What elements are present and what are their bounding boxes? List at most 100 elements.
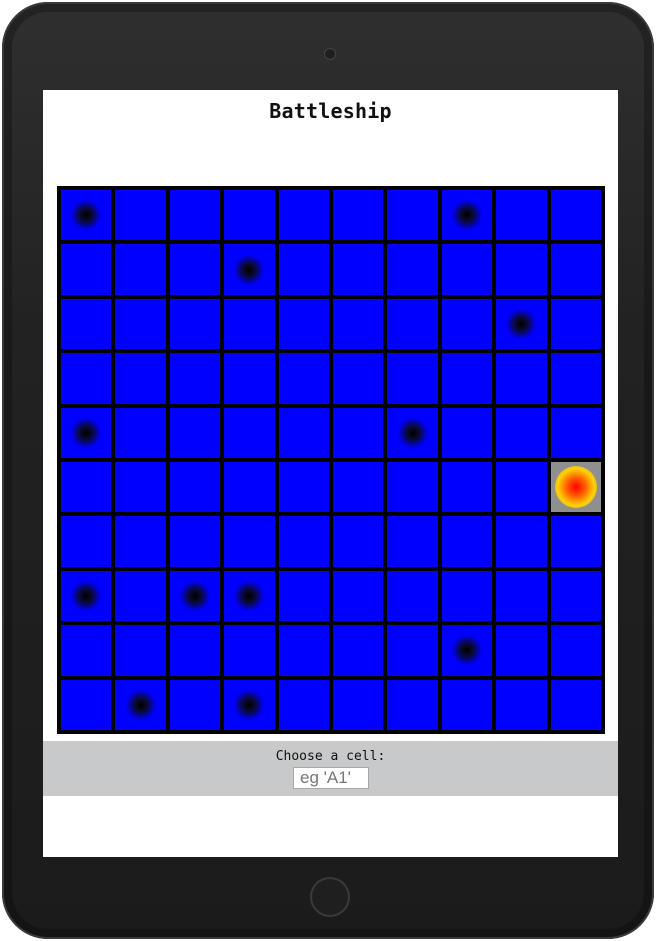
board-cell[interactable] xyxy=(439,677,495,732)
board-cell[interactable] xyxy=(222,514,277,569)
board-cell[interactable] xyxy=(548,677,603,732)
board-cell[interactable] xyxy=(167,296,223,352)
board-cell[interactable] xyxy=(494,568,549,624)
board-cell[interactable] xyxy=(276,568,331,624)
board-cell[interactable] xyxy=(113,514,168,569)
board-cell[interactable] xyxy=(385,242,440,297)
board-cell-miss[interactable] xyxy=(222,677,277,732)
board-cell[interactable] xyxy=(222,351,277,406)
board-cell[interactable] xyxy=(385,460,440,515)
board-cell[interactable] xyxy=(59,460,114,515)
board-cell[interactable] xyxy=(331,568,386,624)
board-cell-miss[interactable] xyxy=(59,405,114,460)
board-cell[interactable] xyxy=(59,514,114,569)
board-cell[interactable] xyxy=(331,188,386,243)
board-cell[interactable] xyxy=(439,460,495,515)
board-cell[interactable] xyxy=(59,242,114,297)
board-cell[interactable] xyxy=(222,623,277,678)
board-cell[interactable] xyxy=(385,188,440,243)
board-cell[interactable] xyxy=(167,623,223,678)
board-cell-miss[interactable] xyxy=(59,568,114,624)
board-cell[interactable] xyxy=(548,296,603,352)
board-cell[interactable] xyxy=(167,242,223,297)
board-cell[interactable] xyxy=(276,623,331,678)
board-cell-miss[interactable] xyxy=(439,623,495,678)
board-cell[interactable] xyxy=(548,623,603,678)
board-cell[interactable] xyxy=(276,188,331,243)
board-cell[interactable] xyxy=(59,623,114,678)
board-cell[interactable] xyxy=(331,405,386,460)
board-cell[interactable] xyxy=(494,677,549,732)
board-cell[interactable] xyxy=(276,677,331,732)
board-cell[interactable] xyxy=(494,460,549,515)
board-cell[interactable] xyxy=(167,405,223,460)
board-cell[interactable] xyxy=(385,351,440,406)
board-cell[interactable] xyxy=(548,514,603,569)
board-cell[interactable] xyxy=(494,242,549,297)
board-cell[interactable] xyxy=(331,677,386,732)
board-cell[interactable] xyxy=(113,188,168,243)
board-cell[interactable] xyxy=(222,296,277,352)
board-cell[interactable] xyxy=(548,188,603,243)
board-cell[interactable] xyxy=(276,242,331,297)
board-cell[interactable] xyxy=(494,351,549,406)
board-cell[interactable] xyxy=(167,514,223,569)
board-cell[interactable] xyxy=(167,188,223,243)
board-cell[interactable] xyxy=(113,296,168,352)
board-cell-miss[interactable] xyxy=(167,568,223,624)
board-cell[interactable] xyxy=(548,405,603,460)
board-cell[interactable] xyxy=(276,405,331,460)
board-cell-miss[interactable] xyxy=(222,568,277,624)
board-cell-miss[interactable] xyxy=(113,677,168,732)
board-cell[interactable] xyxy=(439,405,495,460)
board-cell[interactable] xyxy=(113,623,168,678)
board-cell[interactable] xyxy=(439,514,495,569)
board-cell[interactable] xyxy=(494,514,549,569)
board-cell-miss[interactable] xyxy=(385,405,440,460)
board-cell[interactable] xyxy=(548,568,603,624)
board-cell-miss[interactable] xyxy=(494,296,549,352)
board-cell[interactable] xyxy=(331,296,386,352)
cell-input[interactable] xyxy=(293,767,369,789)
board-cell[interactable] xyxy=(385,296,440,352)
board-cell[interactable] xyxy=(439,242,495,297)
board-cell[interactable] xyxy=(222,405,277,460)
board-cell[interactable] xyxy=(276,514,331,569)
board-cell[interactable] xyxy=(385,623,440,678)
board-cell[interactable] xyxy=(331,514,386,569)
board-cell-miss[interactable] xyxy=(59,188,114,243)
board-cell-miss[interactable] xyxy=(439,188,495,243)
board-cell[interactable] xyxy=(331,351,386,406)
board-cell[interactable] xyxy=(494,405,549,460)
board-cell[interactable] xyxy=(494,623,549,678)
board-cell[interactable] xyxy=(167,351,223,406)
board-cell[interactable] xyxy=(59,296,114,352)
board-cell[interactable] xyxy=(113,405,168,460)
board-cell[interactable] xyxy=(385,568,440,624)
board-cell[interactable] xyxy=(113,568,168,624)
board-cell[interactable] xyxy=(113,242,168,297)
board-cell[interactable] xyxy=(167,677,223,732)
board-cell[interactable] xyxy=(59,677,114,732)
board-cell[interactable] xyxy=(113,351,168,406)
board-cell[interactable] xyxy=(385,514,440,569)
board-cell[interactable] xyxy=(548,351,603,406)
board-cell[interactable] xyxy=(439,351,495,406)
board-cell[interactable] xyxy=(167,460,223,515)
board-cell[interactable] xyxy=(494,188,549,243)
board-cell[interactable] xyxy=(385,677,440,732)
board-cell[interactable] xyxy=(113,460,168,515)
board-cell[interactable] xyxy=(548,242,603,297)
board-cell[interactable] xyxy=(59,351,114,406)
board-cell[interactable] xyxy=(276,460,331,515)
home-button[interactable] xyxy=(310,877,350,917)
board-cell[interactable] xyxy=(439,296,495,352)
board-cell[interactable] xyxy=(222,460,277,515)
board-cell[interactable] xyxy=(276,296,331,352)
board-cell-hit[interactable] xyxy=(548,460,603,515)
board-cell-miss[interactable] xyxy=(222,242,277,297)
board-cell[interactable] xyxy=(276,351,331,406)
board-cell[interactable] xyxy=(331,460,386,515)
board-cell[interactable] xyxy=(439,568,495,624)
board-cell[interactable] xyxy=(331,242,386,297)
